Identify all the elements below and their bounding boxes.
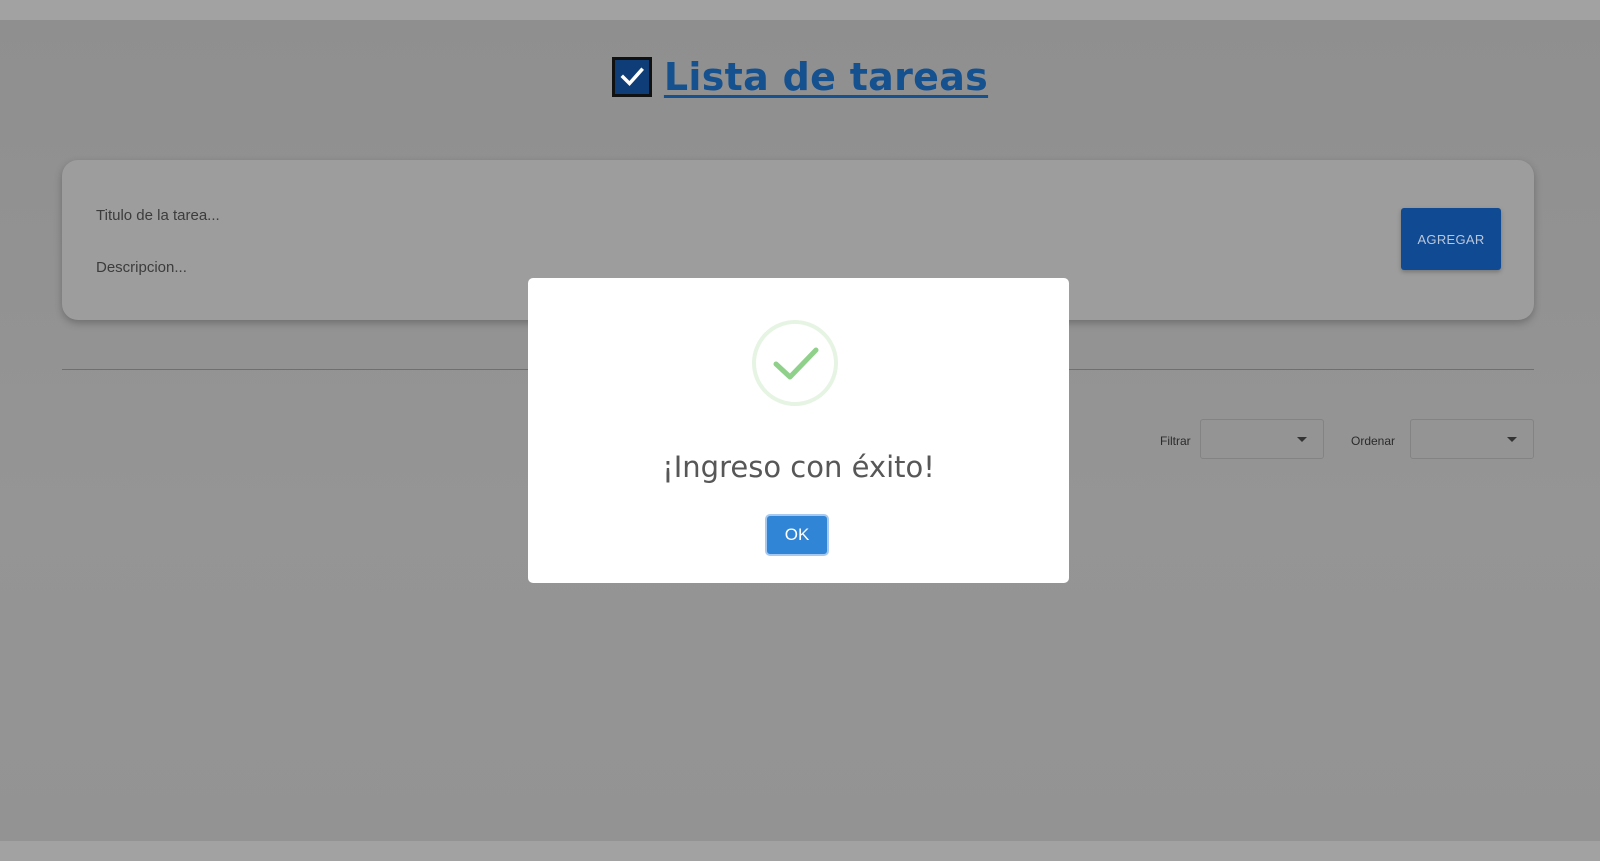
checkmark-glyph bbox=[620, 67, 644, 87]
success-checkmark bbox=[773, 347, 819, 380]
top-strip bbox=[0, 0, 1600, 20]
app-header: Lista de tareas bbox=[0, 52, 1600, 102]
caret-down-icon bbox=[1507, 437, 1517, 442]
filter-label: Filtrar bbox=[1160, 434, 1191, 448]
page-title[interactable]: Lista de tareas bbox=[664, 55, 988, 99]
sort-label: Ordenar bbox=[1351, 434, 1396, 448]
bottom-strip bbox=[0, 841, 1600, 861]
success-dialog: ¡Ingreso con éxito! OK bbox=[528, 278, 1069, 583]
checkbox-checked-icon bbox=[611, 57, 652, 97]
ok-button[interactable]: OK bbox=[765, 514, 829, 556]
dialog-title: ¡Ingreso con éxito! bbox=[662, 450, 935, 484]
success-check-icon bbox=[752, 320, 838, 406]
sort-select[interactable] bbox=[1410, 419, 1534, 459]
filter-select[interactable] bbox=[1200, 419, 1324, 459]
add-task-button[interactable]: AGREGAR bbox=[1401, 208, 1501, 270]
task-title-input[interactable] bbox=[96, 200, 1396, 230]
caret-down-icon bbox=[1297, 437, 1307, 442]
